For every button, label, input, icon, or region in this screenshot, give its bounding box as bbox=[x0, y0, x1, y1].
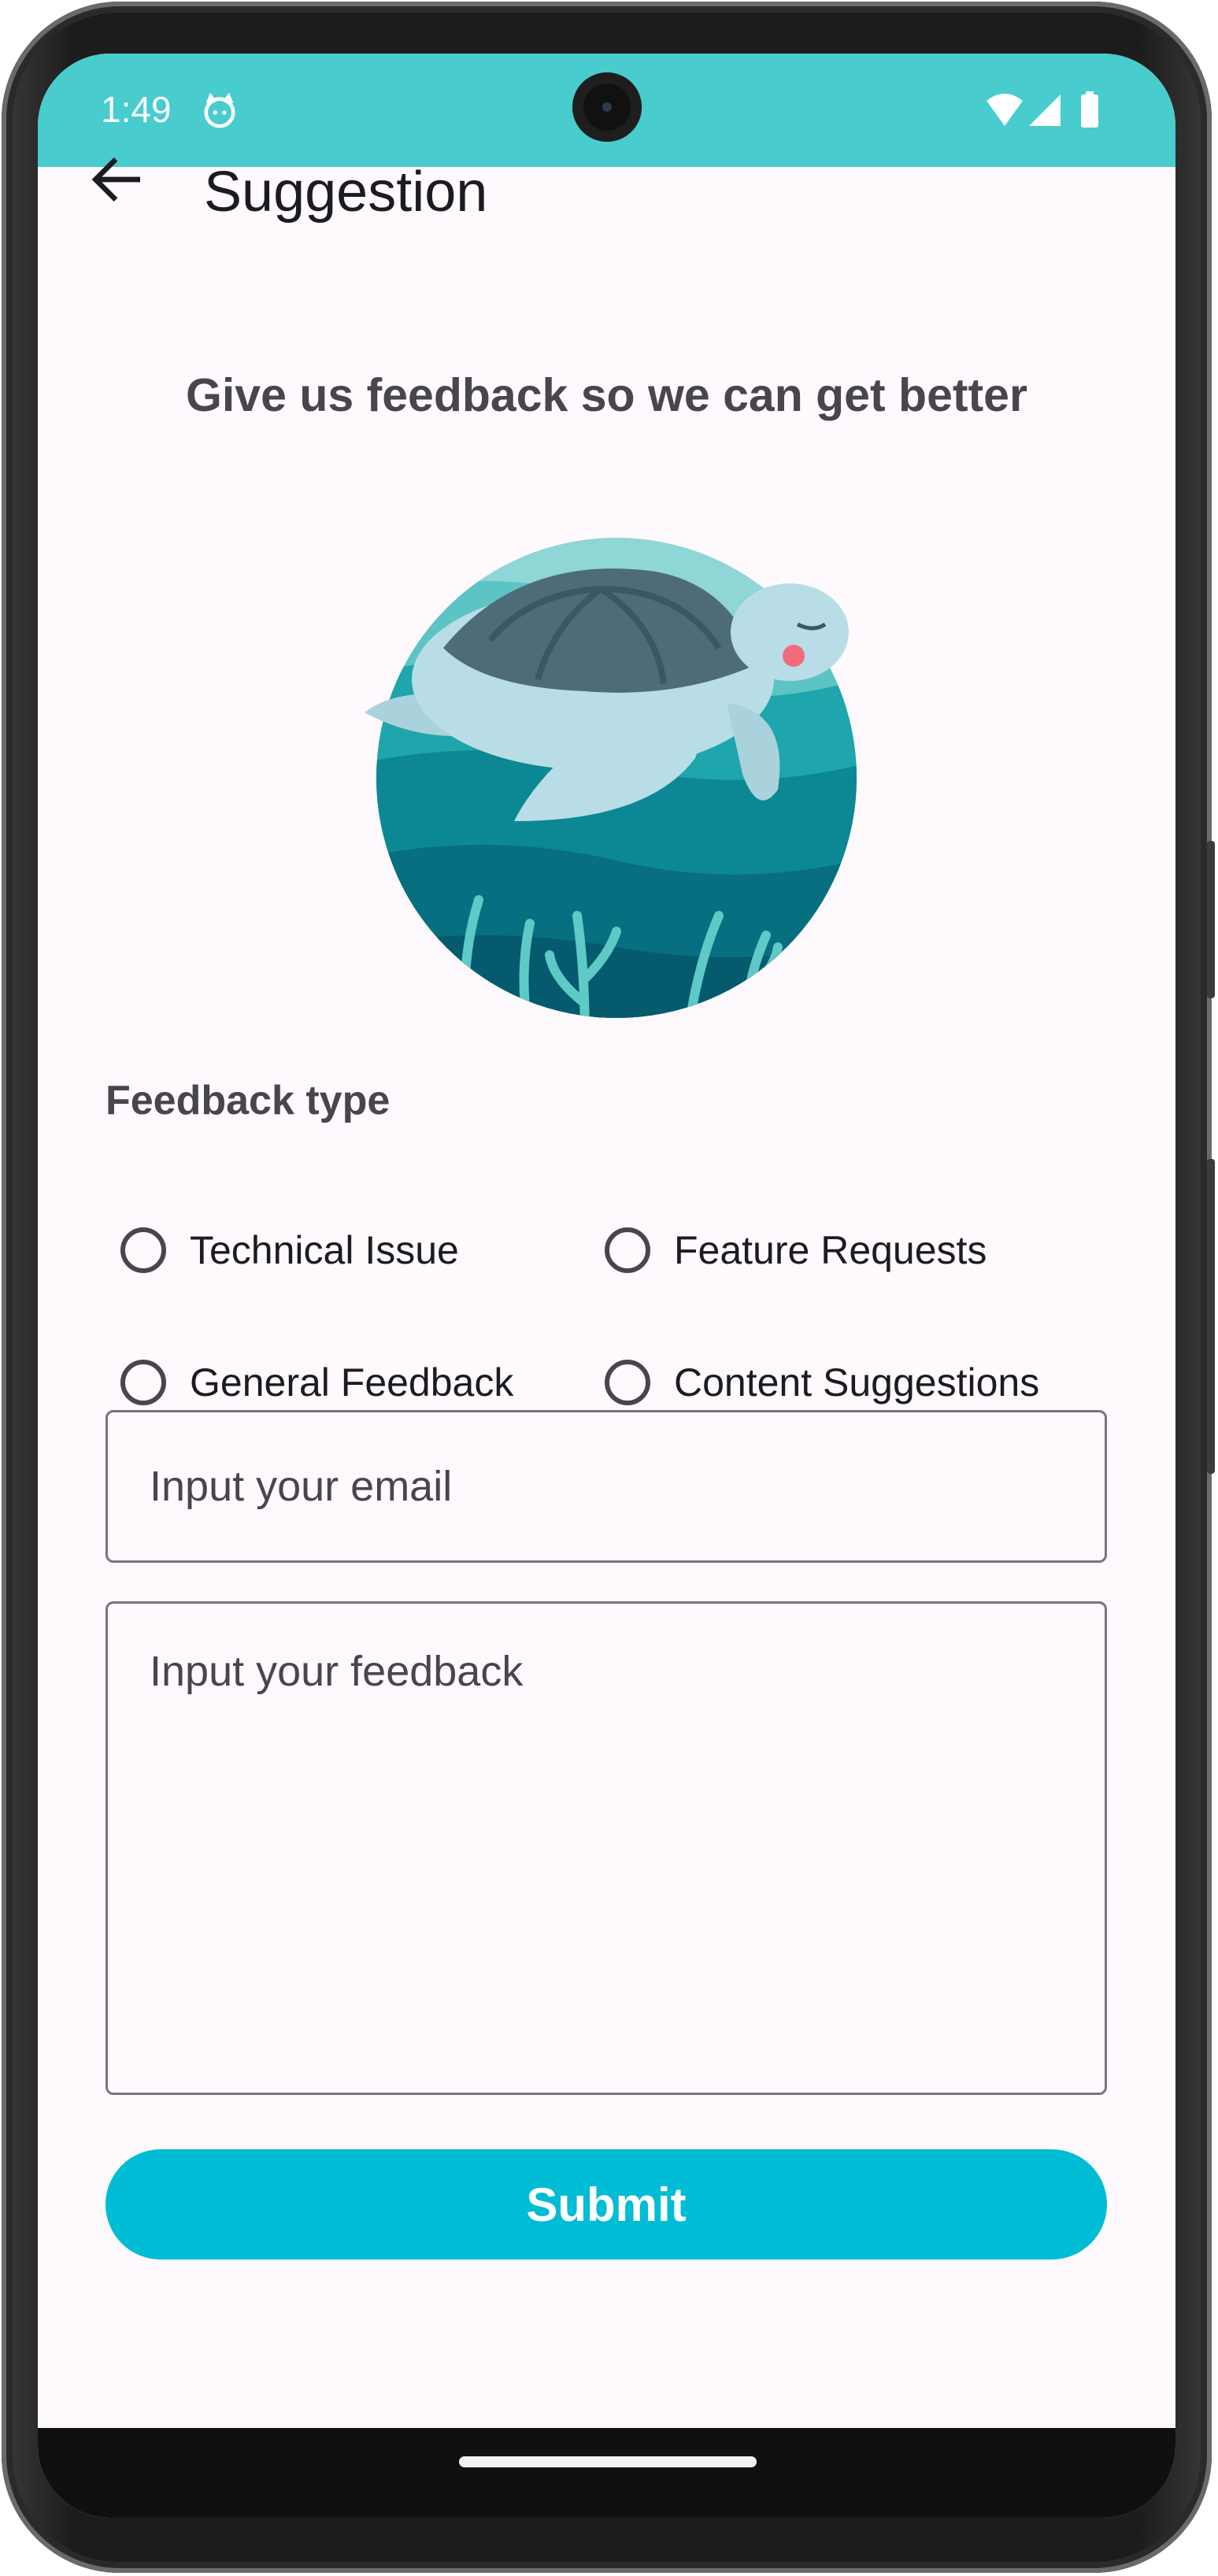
volume-button bbox=[1207, 1159, 1215, 1474]
cellular-signal-icon bbox=[1029, 94, 1061, 126]
front-camera bbox=[572, 72, 642, 142]
radio-feature-requests[interactable]: Feature Requests bbox=[605, 1215, 987, 1286]
status-icons bbox=[987, 91, 1098, 128]
radio-label: Content Suggestions bbox=[674, 1360, 1040, 1405]
back-arrow-icon[interactable] bbox=[85, 148, 148, 211]
headline: Give us feedback so we can get better bbox=[186, 369, 1027, 421]
cat-notification-icon bbox=[204, 93, 235, 128]
radio-label: General Feedback bbox=[190, 1360, 514, 1405]
battery-icon bbox=[1081, 91, 1098, 128]
radio-label: Technical Issue bbox=[190, 1228, 459, 1272]
navigation-bar bbox=[38, 2428, 1175, 2518]
status-bar: 1:49 bbox=[38, 54, 1175, 167]
radio-content-suggestions[interactable]: Content Suggestions bbox=[605, 1347, 1039, 1418]
radio-technical-issue[interactable]: Technical Issue bbox=[120, 1215, 459, 1286]
page-title: Suggestion bbox=[204, 161, 488, 224]
feedback-textarea[interactable] bbox=[106, 1601, 1107, 2095]
power-button bbox=[1207, 841, 1215, 998]
radio-button-circle[interactable] bbox=[605, 1360, 650, 1405]
radio-button-circle[interactable] bbox=[120, 1227, 166, 1273]
email-field[interactable] bbox=[106, 1410, 1107, 1563]
screen: 1:49 Suggestion Give us feedback so we c… bbox=[38, 54, 1175, 2518]
radio-button-circle[interactable] bbox=[120, 1360, 166, 1405]
submit-button[interactable]: Submit bbox=[106, 2149, 1107, 2260]
home-gesture-handle[interactable] bbox=[459, 2456, 757, 2467]
radio-label: Feature Requests bbox=[674, 1228, 987, 1272]
phone-frame: 1:49 Suggestion Give us feedback so we c… bbox=[2, 2, 1215, 2573]
radio-button-circle[interactable] bbox=[605, 1227, 650, 1273]
radio-general-feedback[interactable]: General Feedback bbox=[120, 1347, 513, 1418]
sea-turtle-illustration bbox=[365, 538, 857, 1018]
status-time: 1:49 bbox=[101, 89, 172, 130]
wifi-icon bbox=[987, 94, 1023, 126]
feedback-type-label: Feedback type bbox=[106, 1078, 391, 1123]
